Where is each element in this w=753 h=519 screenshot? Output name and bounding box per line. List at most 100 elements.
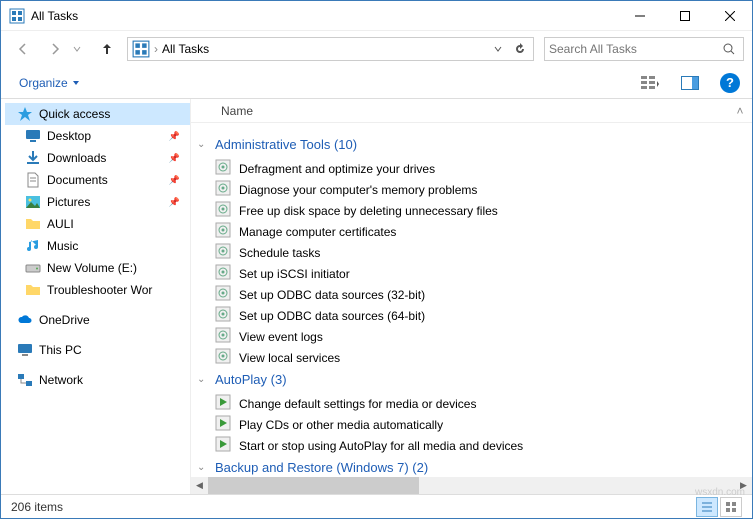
search-icon[interactable] (719, 43, 739, 55)
sidebar-item-auli[interactable]: AULI (5, 213, 190, 235)
horizontal-scrollbar[interactable]: ◀ ▶ (191, 477, 752, 494)
sidebar-item-label: AULI (47, 217, 74, 231)
details-view-button[interactable] (696, 497, 718, 517)
sidebar-item-music[interactable]: Music (5, 235, 190, 257)
dropdown-caret-icon (72, 79, 80, 87)
music-icon (25, 238, 41, 254)
window-title: All Tasks (31, 9, 617, 23)
sidebar-this-pc[interactable]: This PC (5, 339, 190, 361)
list-item[interactable]: Change default settings for media or dev… (197, 393, 746, 414)
pin-icon: 📌 (169, 153, 180, 164)
app-icon (9, 8, 25, 24)
organize-button[interactable]: Organize (13, 72, 86, 94)
pin-icon: 📌 (169, 197, 180, 208)
list-item[interactable]: View event logs (197, 326, 746, 347)
group-title: AutoPlay (3) (215, 372, 287, 387)
list-item[interactable]: Manage computer certificates (197, 221, 746, 242)
minimize-button[interactable] (617, 1, 662, 30)
desktop-icon (25, 128, 41, 144)
list-item[interactable]: Set up ODBC data sources (32-bit) (197, 284, 746, 305)
item-label: Play CDs or other media automatically (239, 418, 443, 432)
sidebar-item-label: Documents (47, 173, 108, 187)
sidebar-onedrive[interactable]: OneDrive (5, 309, 190, 331)
item-label: Manage computer certificates (239, 225, 396, 239)
preview-pane-button[interactable] (674, 71, 706, 95)
address-dropdown[interactable] (487, 39, 509, 59)
list-item[interactable]: Play CDs or other media automatically (197, 414, 746, 435)
items-list[interactable]: ⌄ Administrative Tools (10) Defragment and… (191, 123, 752, 477)
forward-button[interactable] (41, 35, 69, 63)
sidebar-item-documents[interactable]: Documents 📌 (5, 169, 190, 191)
list-item[interactable]: Schedule tasks (197, 242, 746, 263)
item-icon (215, 180, 231, 199)
column-name[interactable]: Name (221, 104, 728, 118)
titlebar: All Tasks (1, 1, 752, 31)
item-icon (215, 348, 231, 367)
thumbnail-view-button[interactable] (720, 497, 742, 517)
window-controls (617, 1, 752, 30)
group-header[interactable]: ⌄ AutoPlay (3) (197, 372, 746, 387)
pin-icon: 📌 (169, 131, 180, 142)
main-area: Quick access Desktop 📌 Downloads 📌 Docum… (1, 99, 752, 494)
search-input[interactable] (549, 42, 719, 56)
group-title: Administrative Tools (10) (215, 137, 357, 152)
back-button[interactable] (9, 35, 37, 63)
item-label: View local services (239, 351, 340, 365)
scroll-left-button[interactable]: ◀ (191, 477, 208, 494)
item-icon (215, 285, 231, 304)
address-icon (132, 40, 150, 58)
chevron-down-icon: ⌄ (197, 139, 209, 150)
refresh-button[interactable] (509, 39, 531, 59)
sidebar-item-troubleshooter[interactable]: Troubleshooter Wor (5, 279, 190, 301)
sidebar-item-new-volume[interactable]: New Volume (E:) (5, 257, 190, 279)
up-button[interactable] (95, 37, 119, 61)
view-controls: ? (634, 71, 740, 95)
command-bar: Organize ? (1, 67, 752, 99)
sidebar-item-label: Downloads (47, 151, 106, 165)
scroll-thumb[interactable] (208, 477, 419, 494)
list-item[interactable]: Start or stop using AutoPlay for all med… (197, 435, 746, 456)
item-icon (215, 306, 231, 325)
this-pc-icon (17, 342, 33, 358)
group-header[interactable]: ⌄Backup and Restore (Windows 7) (2) (197, 460, 746, 475)
onedrive-icon (17, 312, 33, 328)
network-icon (17, 372, 33, 388)
list-item[interactable]: Defragment and optimize your drives (197, 158, 746, 179)
item-label: Start or stop using AutoPlay for all med… (239, 439, 523, 453)
sidebar-quick-access[interactable]: Quick access (5, 103, 190, 125)
chevron-down-icon: ⌄ (197, 462, 209, 473)
list-item[interactable]: View local services (197, 347, 746, 368)
item-icon (215, 327, 231, 346)
sidebar-network[interactable]: Network (5, 369, 190, 391)
group-header[interactable]: ⌄ Administrative Tools (10) (197, 137, 746, 152)
item-label: Diagnose your computer's memory problems (239, 183, 477, 197)
downloads-icon (25, 150, 41, 166)
sidebar-item-downloads[interactable]: Downloads 📌 (5, 147, 190, 169)
navigation-pane[interactable]: Quick access Desktop 📌 Downloads 📌 Docum… (1, 99, 191, 494)
status-view-switcher (696, 497, 742, 517)
pin-icon: 📌 (169, 175, 180, 186)
item-label: Change default settings for media or dev… (239, 397, 476, 411)
search-box[interactable] (544, 37, 744, 61)
chevron-down-icon: ⌄ (197, 374, 209, 385)
scroll-right-button[interactable]: ▶ (735, 477, 752, 494)
maximize-button[interactable] (662, 1, 707, 30)
item-label: Set up ODBC data sources (64-bit) (239, 309, 425, 323)
list-item[interactable]: Set up ODBC data sources (64-bit) (197, 305, 746, 326)
content-pane: Name ˄ ⌄ Administrative Tools (10) Defragm… (191, 99, 752, 494)
list-item[interactable]: Free up disk space by deleting unnecessa… (197, 200, 746, 221)
column-header[interactable]: Name ˄ (191, 99, 752, 123)
address-bar[interactable]: › All Tasks (127, 37, 534, 61)
sidebar-item-label: This PC (39, 343, 82, 357)
close-button[interactable] (707, 1, 752, 30)
list-item[interactable]: Diagnose your computer's memory problems (197, 179, 746, 200)
scroll-track[interactable] (208, 477, 735, 494)
sidebar-item-pictures[interactable]: Pictures 📌 (5, 191, 190, 213)
folder-icon (25, 216, 41, 232)
organize-label: Organize (19, 76, 68, 90)
sidebar-item-desktop[interactable]: Desktop 📌 (5, 125, 190, 147)
help-button[interactable]: ? (720, 73, 740, 93)
history-dropdown[interactable] (73, 42, 87, 56)
view-layout-button[interactable] (634, 71, 666, 95)
list-item[interactable]: Set up iSCSI initiator (197, 263, 746, 284)
